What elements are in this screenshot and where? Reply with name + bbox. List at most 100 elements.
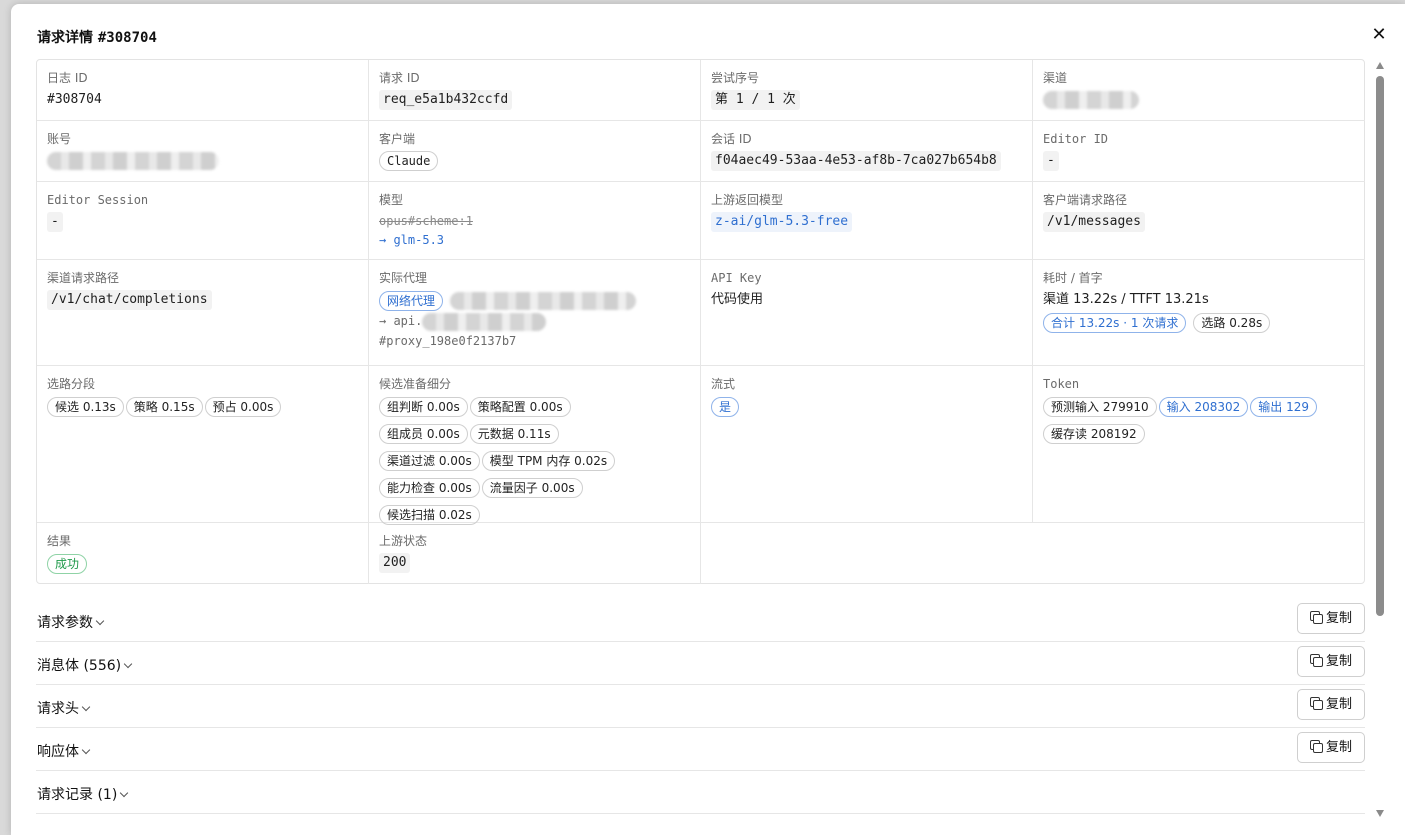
upstream-model-label: 上游返回模型: [711, 193, 784, 207]
copy-icon: [1310, 654, 1323, 667]
candidate-prep-chip: 流量因子 0.00s: [481, 478, 583, 498]
routing-phase-chip: 策略 0.15s: [125, 397, 203, 417]
result-label: 结果: [47, 534, 72, 548]
upstream-model-value: z-ai/glm-5.3-free: [711, 212, 853, 232]
upstream-status-label: 上游状态: [379, 534, 428, 548]
proxy-id: #proxy_198e0f2137b7: [379, 334, 517, 348]
timing-label: 耗时 / 首字: [1043, 271, 1103, 285]
channel-redacted: [1043, 90, 1139, 109]
request-detail-modal: 请求详情 #308704 ✕ 日志 ID #308704 请求 ID req_e…: [11, 4, 1405, 835]
copy-button[interactable]: 复制: [1297, 689, 1365, 720]
copy-icon: [1310, 740, 1323, 753]
cell-routing-phases: 选路分段 候选 0.13s 策略 0.15s 预占 0.00s: [37, 366, 369, 523]
editor-session-label: Editor Session: [47, 193, 149, 207]
model-original: opus#scheme:1: [379, 214, 473, 228]
proxy-target-prefix: → api.: [379, 314, 423, 328]
copy-label: 复制: [1326, 740, 1353, 755]
copy-button[interactable]: 复制: [1297, 646, 1365, 677]
routing-phase-chip: 候选 0.13s: [47, 397, 124, 417]
cell-session-id: 会话 ID f04aec49-53aa-4e53-af8b-7ca027b654…: [701, 121, 1033, 182]
chevron-down-icon: [123, 659, 133, 669]
scroll-up-arrow-icon[interactable]: [1376, 62, 1384, 69]
section-title: 消息体 (556): [37, 658, 122, 674]
stream-label: 流式: [711, 377, 736, 391]
section-request-params-toggle[interactable]: 请求参数: [37, 612, 105, 632]
candidate-prep-chip: 候选扫描 0.02s: [379, 505, 480, 525]
session-id-value: f04aec49-53aa-4e53-af8b-7ca027b654b8: [711, 151, 1001, 171]
candidate-prep-label: 候选准备细分: [379, 377, 452, 391]
cell-token: Token 预测输入 279910 输入 208302 输出 129 缓存读 208…: [1033, 366, 1365, 523]
attempt-label: 尝试序号: [711, 71, 760, 85]
section-response-body-toggle[interactable]: 响应体: [37, 741, 91, 761]
channel-path-label: 渠道请求路径: [47, 271, 120, 285]
cell-result: 结果 成功: [37, 523, 369, 584]
scroll-thumb[interactable]: [1376, 76, 1384, 616]
section-title: 请求参数: [37, 615, 93, 631]
proxy-label: 实际代理: [379, 271, 428, 285]
client-chip: Claude: [379, 151, 439, 171]
client-label: 客户端: [379, 132, 416, 146]
chevron-down-icon: [95, 616, 105, 626]
section-title: 响应体: [37, 744, 79, 760]
section-message-body-toggle[interactable]: 消息体 (556): [37, 655, 133, 675]
section-request-log-toggle[interactable]: 请求记录 (1): [37, 784, 129, 804]
editor-session-value: -: [47, 212, 63, 232]
section-message-body: 消息体 (556) 复制: [36, 642, 1365, 685]
candidate-prep-chip: 策略配置 0.00s: [469, 397, 571, 417]
candidate-prep-chip: 元数据 0.11s: [469, 424, 559, 444]
client-path-label: 客户端请求路径: [1043, 193, 1128, 207]
copy-button[interactable]: 复制: [1297, 732, 1365, 763]
cell-proxy: 实际代理 网络代理 → api. #proxy_198e0f2137b7: [369, 260, 701, 366]
token-input-chip: 输入 208302: [1158, 397, 1249, 417]
routing-phases-label: 选路分段: [47, 377, 96, 391]
section-request-params: 请求参数 复制: [36, 599, 1365, 642]
section-request-headers-toggle[interactable]: 请求头: [37, 698, 91, 718]
proxy-redacted: [450, 291, 637, 310]
channel-path-value: /v1/chat/completions: [47, 290, 212, 310]
api-key-value: 代码使用: [711, 292, 764, 307]
routing-phase-chip: 预占 0.00s: [204, 397, 282, 417]
attempt-value: 第 1 / 1 次: [711, 90, 800, 110]
candidate-prep-chip: 渠道过滤 0.00s: [379, 451, 480, 471]
scrollbar[interactable]: [1374, 62, 1386, 822]
token-predicted-chip: 预测输入 279910: [1043, 397, 1157, 417]
modal-title: 请求详情 #308704: [37, 27, 157, 47]
request-id-label: 请求 ID: [379, 71, 420, 85]
cell-client-path: 客户端请求路径 /v1/messages: [1033, 182, 1365, 260]
cell-timing: 耗时 / 首字 渠道 13.22s / TTFT 13.21s 合计 13.22…: [1033, 260, 1365, 366]
cell-client: 客户端 Claude: [369, 121, 701, 182]
close-icon[interactable]: ✕: [1370, 26, 1388, 44]
copy-label: 复制: [1326, 611, 1353, 626]
cell-channel: 渠道: [1033, 60, 1365, 121]
candidate-prep-chip: 模型 TPM 内存 0.02s: [481, 451, 616, 471]
proxy-tag: 网络代理: [379, 291, 444, 311]
timing-total-chip: 合计 13.22s · 1 次请求: [1043, 313, 1187, 333]
copy-button[interactable]: 复制: [1297, 603, 1365, 634]
cell-stream: 流式 是: [701, 366, 1033, 523]
model-mapped: → glm-5.3: [379, 233, 445, 247]
copy-icon: [1310, 611, 1323, 624]
channel-label: 渠道: [1043, 71, 1068, 85]
token-label: Token: [1043, 377, 1080, 391]
cell-account: 账号: [37, 121, 369, 182]
section-request-log: 请求记录 (1): [36, 771, 1365, 814]
proxy-target-redacted: [422, 312, 547, 331]
candidate-prep-chip: 组判断 0.00s: [379, 397, 468, 417]
editor-id-label: Editor ID: [1043, 132, 1109, 146]
scroll-down-arrow-icon[interactable]: [1376, 810, 1384, 817]
cell-upstream-status: 上游状态 200: [369, 523, 701, 584]
section-response-body: 响应体 复制: [36, 728, 1365, 771]
editor-id-value: -: [1043, 151, 1059, 171]
log-id-value: #308704: [47, 92, 102, 107]
section-title: 请求记录 (1): [37, 787, 118, 803]
timing-routing-chip: 选路 0.28s: [1193, 313, 1271, 333]
cell-candidate-prep: 候选准备细分 组判断 0.00s 策略配置 0.00s 组成员 0.00s 元数据 …: [369, 366, 701, 525]
cell-upstream-model: 上游返回模型 z-ai/glm-5.3-free: [701, 182, 1033, 260]
cell-request-id: 请求 ID req_e5a1b432ccfd: [369, 60, 701, 121]
cell-log-id: 日志 ID #308704: [37, 60, 369, 121]
upstream-status-value: 200: [379, 553, 411, 573]
modal-title-text: 请求详情: [37, 30, 93, 46]
account-label: 账号: [47, 132, 72, 146]
stream-chip: 是: [711, 397, 740, 417]
cell-editor-id: Editor ID -: [1033, 121, 1365, 182]
